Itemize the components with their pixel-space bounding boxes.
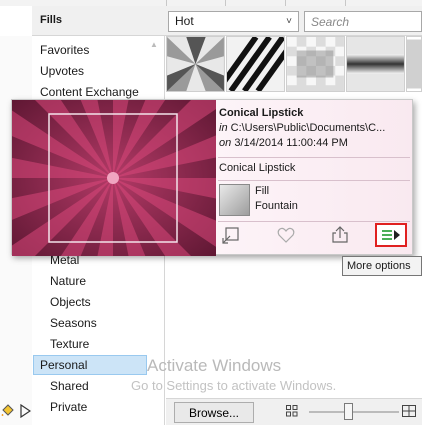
scroll-up-icon[interactable]: ▲: [150, 40, 158, 49]
fill-type-label: Fill: [255, 185, 270, 197]
panel-title: Fills: [40, 14, 63, 26]
category-content-exchange[interactable]: Content Exchange: [40, 85, 139, 99]
category-seasons[interactable]: Seasons: [50, 316, 97, 330]
fill-type-swatch: [219, 184, 250, 216]
fills-header: Fills Hot ˅: [32, 6, 422, 36]
fill-path: in C:\Users\Public\Documents\C...: [219, 122, 385, 134]
apply-icon[interactable]: [222, 226, 240, 244]
thumbnail-partial[interactable]: [406, 36, 422, 92]
fill-kind-label: Fountain: [255, 200, 298, 212]
thumbnail-conical-metal[interactable]: [166, 36, 225, 92]
more-options-button[interactable]: [375, 223, 407, 247]
fill-preview-image: [12, 100, 216, 256]
paint-bucket-icon[interactable]: [1, 403, 15, 417]
sort-filter-dropdown[interactable]: Hot ˅: [168, 11, 299, 32]
fill-path-value: C:\Users\Public\Documents\C...: [230, 122, 386, 134]
category-upvotes[interactable]: Upvotes: [40, 64, 84, 78]
expand-triangle-icon[interactable]: [19, 404, 31, 418]
fill-date-value: 3/14/2014 11:00:44 PM: [234, 137, 348, 149]
activation-watermark-subtitle: Go to Settings to activate Windows.: [131, 378, 337, 393]
fill-date: on 3/14/2014 11:00:44 PM: [219, 137, 348, 149]
browse-button[interactable]: Browse...: [174, 402, 254, 423]
fill-name: Conical Lipstick: [219, 107, 304, 119]
fill-info-popup: Conical Lipstick in C:\Users\Public\Docu…: [11, 99, 413, 256]
activation-watermark-title: Activate Windows: [147, 356, 282, 375]
thumbnail-gradient-bar[interactable]: [346, 36, 405, 92]
category-objects[interactable]: Objects: [50, 295, 91, 309]
sort-filter-value: Hot: [175, 14, 194, 28]
fill-name-secondary: Conical Lipstick: [219, 162, 296, 174]
thumbnail-size-slider-track[interactable]: [309, 411, 399, 413]
search-input[interactable]: [304, 11, 422, 32]
chevron-down-icon: ˅: [286, 16, 292, 27]
bottom-toolbar: Browse...: [166, 398, 422, 425]
fill-path-prefix: in: [219, 122, 228, 134]
more-options-tooltip: More options: [342, 256, 422, 276]
category-private[interactable]: Private: [50, 400, 87, 414]
thumbnail-size-slider-handle[interactable]: [344, 403, 353, 420]
preview-center: [107, 172, 119, 184]
category-favorites[interactable]: Favorites: [40, 43, 89, 57]
more-options-icon: [382, 230, 400, 240]
small-thumbnails-icon[interactable]: [286, 405, 298, 417]
fill-date-prefix: on: [219, 137, 232, 149]
category-shared[interactable]: Shared: [50, 379, 89, 393]
category-texture[interactable]: Texture: [50, 337, 89, 351]
popup-divider: [218, 221, 410, 222]
thumbnail-checker[interactable]: [286, 36, 345, 92]
fill-thumbnails: [166, 36, 422, 92]
heart-icon[interactable]: [277, 226, 295, 244]
category-personal[interactable]: Personal: [40, 358, 87, 372]
popup-divider: [218, 157, 410, 158]
large-thumbnails-icon[interactable]: [402, 405, 416, 417]
popup-divider: [218, 180, 410, 181]
category-nature[interactable]: Nature: [50, 274, 86, 288]
thumbnail-stripes[interactable]: [226, 36, 285, 92]
share-icon[interactable]: [331, 226, 349, 244]
